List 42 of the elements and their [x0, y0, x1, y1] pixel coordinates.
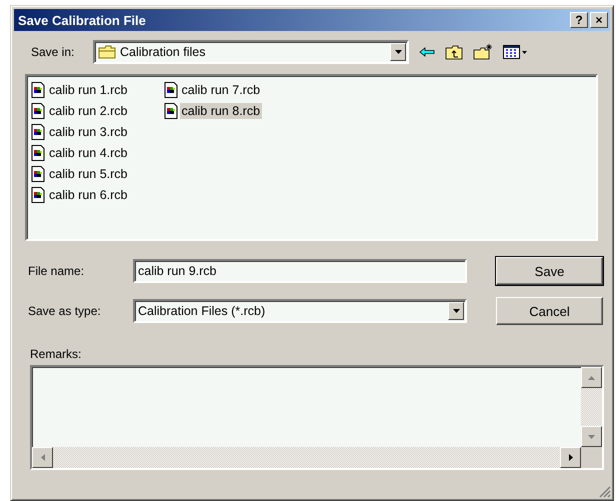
file-icon — [31, 166, 45, 182]
save-in-dropdown[interactable]: Calibration files — [93, 40, 409, 64]
file-icon — [31, 82, 45, 98]
file-icon — [164, 82, 178, 98]
file-icon — [31, 144, 45, 160]
window-title: Save Calibration File — [18, 12, 147, 28]
remarks-field[interactable] — [30, 365, 604, 470]
file-item[interactable]: calib run 3.rcb — [47, 124, 130, 140]
view-menu-icon[interactable] — [503, 45, 527, 59]
save-as-type-label: Save as type: — [28, 304, 102, 318]
remarks-label: Remarks: — [30, 347, 82, 361]
scroll-down-icon[interactable] — [581, 426, 602, 447]
close-button[interactable]: × — [590, 12, 608, 28]
file-name-label: File name: — [28, 264, 86, 278]
scroll-left-icon[interactable] — [32, 447, 53, 468]
resize-grip-icon[interactable] — [599, 486, 611, 498]
save-as-type-dropdown[interactable]: Calibration Files (*.rcb) — [133, 299, 467, 323]
file-icon — [31, 102, 45, 118]
cancel-button[interactable]: Cancel — [496, 297, 603, 325]
new-folder-icon[interactable] — [473, 44, 493, 60]
file-item[interactable]: calib run 2.rcb — [47, 102, 130, 118]
vertical-scrollbar[interactable] — [581, 367, 602, 447]
up-folder-icon[interactable] — [445, 44, 463, 60]
file-icon — [31, 186, 45, 202]
file-item[interactable]: calib run 7.rcb — [180, 82, 262, 98]
save-in-label: Save in: — [31, 45, 76, 59]
file-item[interactable]: calib run 6.rcb — [47, 186, 130, 202]
file-name-field[interactable]: calib run 9.rcb — [133, 259, 467, 283]
help-button[interactable]: ? — [570, 12, 588, 28]
file-item[interactable]: calib run 1.rcb — [47, 82, 130, 98]
file-icon — [31, 124, 45, 140]
file-item[interactable]: calib run 4.rcb — [47, 144, 130, 160]
horizontal-scrollbar[interactable] — [32, 447, 581, 468]
back-arrow-icon[interactable] — [419, 47, 435, 57]
folder-icon — [98, 45, 116, 59]
scrollbar-corner — [581, 447, 602, 468]
save-button[interactable]: Save — [496, 257, 603, 285]
scroll-up-icon[interactable] — [581, 367, 602, 388]
file-icon — [164, 102, 178, 118]
file-item[interactable]: calib run 5.rcb — [47, 166, 130, 182]
scroll-right-icon[interactable] — [560, 447, 581, 468]
file-item[interactable]: calib run 8.rcb — [180, 102, 262, 118]
